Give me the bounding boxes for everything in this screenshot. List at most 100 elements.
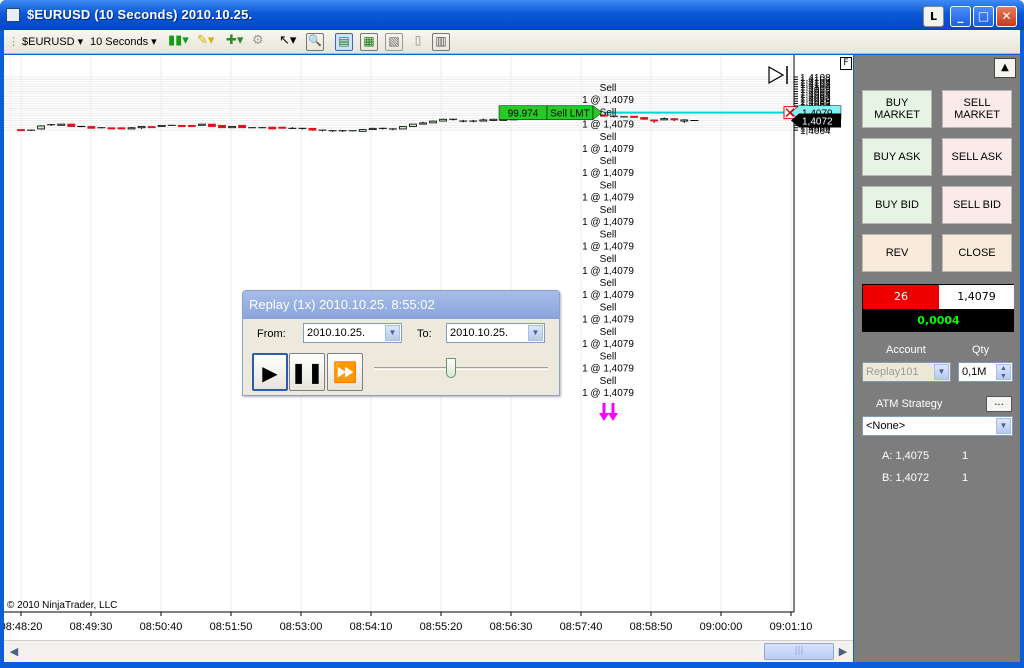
position-quantity: 26 <box>863 285 939 309</box>
fast-forward-button[interactable]: ⏩ <box>327 353 363 391</box>
title-bar[interactable]: $EURUSD (10 Seconds) 2010.10.25. L _ □ ✕ <box>0 0 1024 30</box>
account-select[interactable]: Replay101 ▼ <box>862 362 951 382</box>
lock-button[interactable]: L <box>923 6 944 27</box>
from-date-select[interactable]: 2010.10.25. ▼ <box>303 323 402 343</box>
execution-label-side: Sell <box>600 376 617 387</box>
time-tick-label: 08:58:50 <box>630 621 673 633</box>
chart-f-marker[interactable]: F <box>840 57 852 70</box>
account-value: Replay101 <box>866 366 919 378</box>
chevron-down-icon[interactable]: ▼ <box>934 364 949 380</box>
atm-strategy-value: <None> <box>866 420 906 432</box>
pause-button[interactable]: ❚❚ <box>289 353 325 391</box>
close-button[interactable]: ✕ <box>996 6 1017 27</box>
bar-style-icon[interactable]: ▮▮▾ <box>168 33 189 51</box>
candle-down <box>17 129 25 132</box>
sell-execution-arrow-icon <box>608 413 618 421</box>
buy-ask-button[interactable]: BUY ASK <box>862 138 932 176</box>
time-tick-label: 09:01:10 <box>770 621 813 633</box>
candle-up <box>680 119 689 122</box>
execution-label-price: 1 @ 1,4079 <box>582 119 634 130</box>
sell-ask-button[interactable]: SELL ASK <box>942 138 1012 176</box>
execution-label-side: Sell <box>600 327 617 338</box>
columns-icon[interactable]: ▥ <box>432 33 450 51</box>
quantity-stepper[interactable]: 0,1M ▲ ▼ <box>958 362 1013 382</box>
reverse-button[interactable]: REV <box>862 234 932 272</box>
account-label: Account <box>886 344 926 356</box>
pointer-icon[interactable]: ↖▾ <box>279 33 297 51</box>
chevron-down-icon[interactable]: ▼ <box>385 325 400 341</box>
toolbar-grip: ⋮ <box>8 36 19 48</box>
candle-down <box>208 123 216 127</box>
properties-icon[interactable]: ▧ <box>385 33 403 51</box>
buy-market-button[interactable]: BUY MARKET <box>862 90 932 128</box>
from-label: From: <box>257 328 286 340</box>
speed-slider-track[interactable] <box>374 367 548 370</box>
execution-label-price: 1 @ 1,4079 <box>582 144 634 155</box>
order-qty-label: 99.974 <box>508 109 539 120</box>
current-price-label: 1,4072 <box>802 116 833 127</box>
candle-down <box>107 127 116 130</box>
instrument-selector[interactable]: $EURUSD ▾ <box>22 35 83 48</box>
collapse-panel-icon[interactable]: ▲ <box>994 58 1016 78</box>
chart-trader-icon[interactable]: ▤ <box>335 33 353 51</box>
close-position-button[interactable]: CLOSE <box>942 234 1012 272</box>
execution-label-side: Sell <box>600 156 617 167</box>
chevron-down-icon[interactable]: ▼ <box>528 325 543 341</box>
scroll-thumb[interactable]: ||| <box>764 643 834 660</box>
candle-down <box>177 124 186 127</box>
execution-label-price: 1 @ 1,4079 <box>582 95 634 106</box>
candle-up <box>419 122 427 125</box>
add-indicator-icon[interactable]: ✚▾ <box>226 33 244 51</box>
atm-settings-button[interactable]: ... <box>986 396 1012 412</box>
qty-label: Qty <box>972 344 990 356</box>
candle-up <box>660 118 669 121</box>
execution-label-price: 1 @ 1,4079 <box>582 241 634 252</box>
candle-up <box>37 125 45 130</box>
time-tick-label: 08:51:50 <box>210 621 253 633</box>
ask-price: A: 1,4075 <box>882 450 930 462</box>
pencil-draw-icon[interactable]: ✎▾ <box>197 33 215 51</box>
time-tick-label: 08:57:40 <box>560 621 603 633</box>
atm-strategy-select[interactable]: <None> ▼ <box>862 416 1013 436</box>
ask-size: 1 <box>962 450 969 462</box>
time-tick-label: 08:56:30 <box>490 621 533 633</box>
zoom-icon[interactable]: 🔍 <box>306 33 324 51</box>
scroll-left-icon[interactable]: ◀ <box>6 643 22 660</box>
candle-up <box>197 123 206 126</box>
spinner-icon[interactable]: ▲ ▼ <box>996 364 1011 380</box>
execution-label-side: Sell <box>600 132 617 143</box>
time-tick-label: 08:50:40 <box>140 621 183 633</box>
interval-selector[interactable]: 10 Seconds ▾ <box>90 35 157 48</box>
page-icon[interactable]: ▯ <box>409 33 427 51</box>
replay-title[interactable]: Replay (1x) 2010.10.25. 8:55:02 <box>243 291 559 319</box>
position-pnl: 0,0004 <box>863 309 1014 332</box>
chevron-down-icon[interactable]: ▼ <box>996 418 1011 434</box>
execution-label-side: Sell <box>600 278 617 289</box>
candle-down <box>87 126 96 129</box>
candle-down <box>117 127 126 130</box>
sell-market-button[interactable]: SELL MARKET <box>942 90 1012 128</box>
scroll-right-icon[interactable]: ▶ <box>835 643 851 660</box>
from-date-value: 2010.10.25. <box>307 327 366 339</box>
candle-up <box>479 119 488 122</box>
data-box-icon[interactable]: ▦ <box>360 33 378 51</box>
sell-bid-button[interactable]: SELL BID <box>942 186 1012 224</box>
buy-bid-button[interactable]: BUY BID <box>862 186 932 224</box>
sell-execution-arrow-icon <box>599 413 609 421</box>
scroll-to-end-icon <box>768 65 785 85</box>
speed-slider-thumb[interactable] <box>446 358 456 378</box>
to-date-select[interactable]: 2010.10.25. ▼ <box>446 323 545 343</box>
execution-label-price: 1 @ 1,4079 <box>582 363 634 374</box>
candle-down <box>67 123 76 127</box>
quantity-value: 0,1M <box>962 366 987 378</box>
minimize-button[interactable]: _ <box>950 6 971 27</box>
copyright-text: © 2010 NinjaTrader, LLC <box>7 600 118 611</box>
strategy-icon[interactable]: ⚙ <box>252 33 270 51</box>
candle-up <box>429 120 437 124</box>
candle-down <box>268 126 277 130</box>
maximize-button[interactable]: □ <box>973 6 994 27</box>
horizontal-scrollbar[interactable]: ◀ ||| ▶ <box>4 640 853 662</box>
app-icon <box>6 8 20 22</box>
chart-trader-panel: ▲ BUY MARKET SELL MARKET BUY ASK SELL AS… <box>854 55 1020 662</box>
play-button[interactable]: ▶ <box>252 353 288 391</box>
